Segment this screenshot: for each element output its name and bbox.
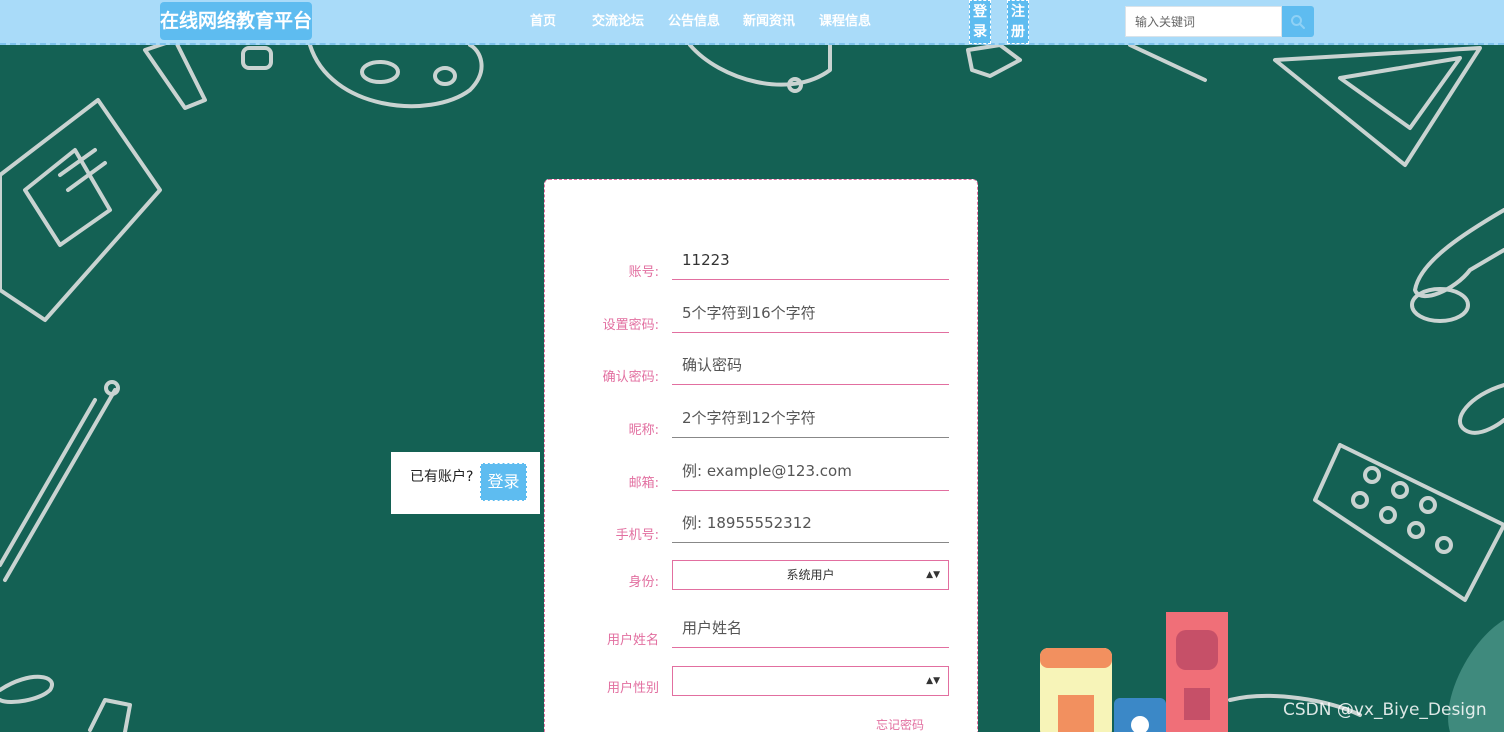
nav-courses[interactable]: 课程信息 — [819, 0, 871, 44]
login-hint-button[interactable]: 登录 — [480, 463, 527, 501]
csdn-watermark: CSDN @vx_Biye_Design — [1283, 700, 1487, 720]
eraser-doodle — [966, 43, 1022, 78]
confirm-password-input[interactable] — [672, 345, 949, 385]
header-register-button[interactable]: 注 册 — [1007, 0, 1029, 44]
confirm-password-label: 确认密码: — [602, 370, 659, 385]
identity-row: 身份: 系统用户 ▲▼ — [545, 550, 979, 590]
search-button[interactable] — [1282, 6, 1314, 37]
search-icon — [1291, 14, 1305, 29]
password-input[interactable] — [672, 293, 949, 333]
password-label: 设置密码: — [602, 318, 659, 333]
email-row: 邮箱: — [545, 451, 979, 491]
email-input[interactable] — [672, 451, 949, 491]
real-name-row: 用户姓名 — [545, 608, 979, 648]
pencil-doodle — [0, 380, 120, 582]
account-label: 账号: — [628, 265, 659, 280]
real-name-input[interactable] — [672, 608, 949, 648]
nickname-input[interactable] — [672, 398, 949, 438]
phone-row: 手机号: — [545, 503, 979, 543]
glue-doodle — [143, 38, 273, 110]
gender-label: 用户性别 — [606, 681, 659, 696]
phone-label: 手机号: — [615, 528, 659, 543]
nav-announcements[interactable]: 公告信息 — [668, 0, 720, 44]
nav-forum[interactable]: 交流论坛 — [592, 0, 644, 44]
nav-news[interactable]: 新闻资讯 — [743, 0, 795, 44]
register-form: 账号: 设置密码: 确认密码: 昵称: 邮箱: 手机号: 身份: 系统用户 ▲▼… — [544, 179, 978, 732]
nav-home[interactable]: 首页 — [530, 0, 556, 44]
login-char-1: 登 — [973, 4, 987, 20]
account-input[interactable] — [672, 240, 949, 280]
password-row: 设置密码: — [545, 293, 979, 333]
select-caret-icon: ▲▼ — [926, 676, 940, 686]
phone-input[interactable] — [672, 503, 949, 543]
palette-doodle — [308, 43, 484, 109]
register-char-2: 册 — [1011, 24, 1025, 40]
calculator-doodle — [1313, 443, 1504, 602]
book-doodle — [0, 98, 162, 322]
forgot-password-link[interactable]: 忘记密码 — [876, 716, 924, 732]
login-char-2: 录 — [973, 24, 987, 40]
gender-row: 用户性别 ▲▼ — [545, 656, 979, 696]
real-name-label: 用户姓名 — [606, 633, 659, 648]
gender-select[interactable]: ▲▼ — [672, 666, 949, 696]
nickname-label: 昵称: — [628, 423, 659, 438]
identity-select[interactable]: 系统用户 ▲▼ — [672, 560, 949, 590]
phone-doodle — [688, 43, 832, 93]
triangle-ruler-doodle — [1273, 46, 1482, 167]
confirm-password-row: 确认密码: — [545, 345, 979, 385]
search-input[interactable] — [1125, 6, 1282, 37]
email-label: 邮箱: — [628, 476, 659, 491]
select-caret-icon: ▲▼ — [926, 570, 940, 580]
identity-selected-value: 系统用户 — [786, 568, 835, 582]
account-row: 账号: — [545, 240, 979, 280]
top-navbar: 在线网络教育平台 首页 交流论坛 公告信息 新闻资讯 课程信息 登 录 注 册 — [0, 0, 1504, 45]
identity-label: 身份: — [628, 575, 659, 590]
header-login-button[interactable]: 登 录 — [969, 0, 991, 44]
register-char-1: 注 — [1011, 4, 1025, 20]
site-brand[interactable]: 在线网络教育平台 — [160, 2, 312, 40]
login-hint-text: 已有账户? — [410, 469, 474, 485]
nickname-row: 昵称: — [545, 398, 979, 438]
